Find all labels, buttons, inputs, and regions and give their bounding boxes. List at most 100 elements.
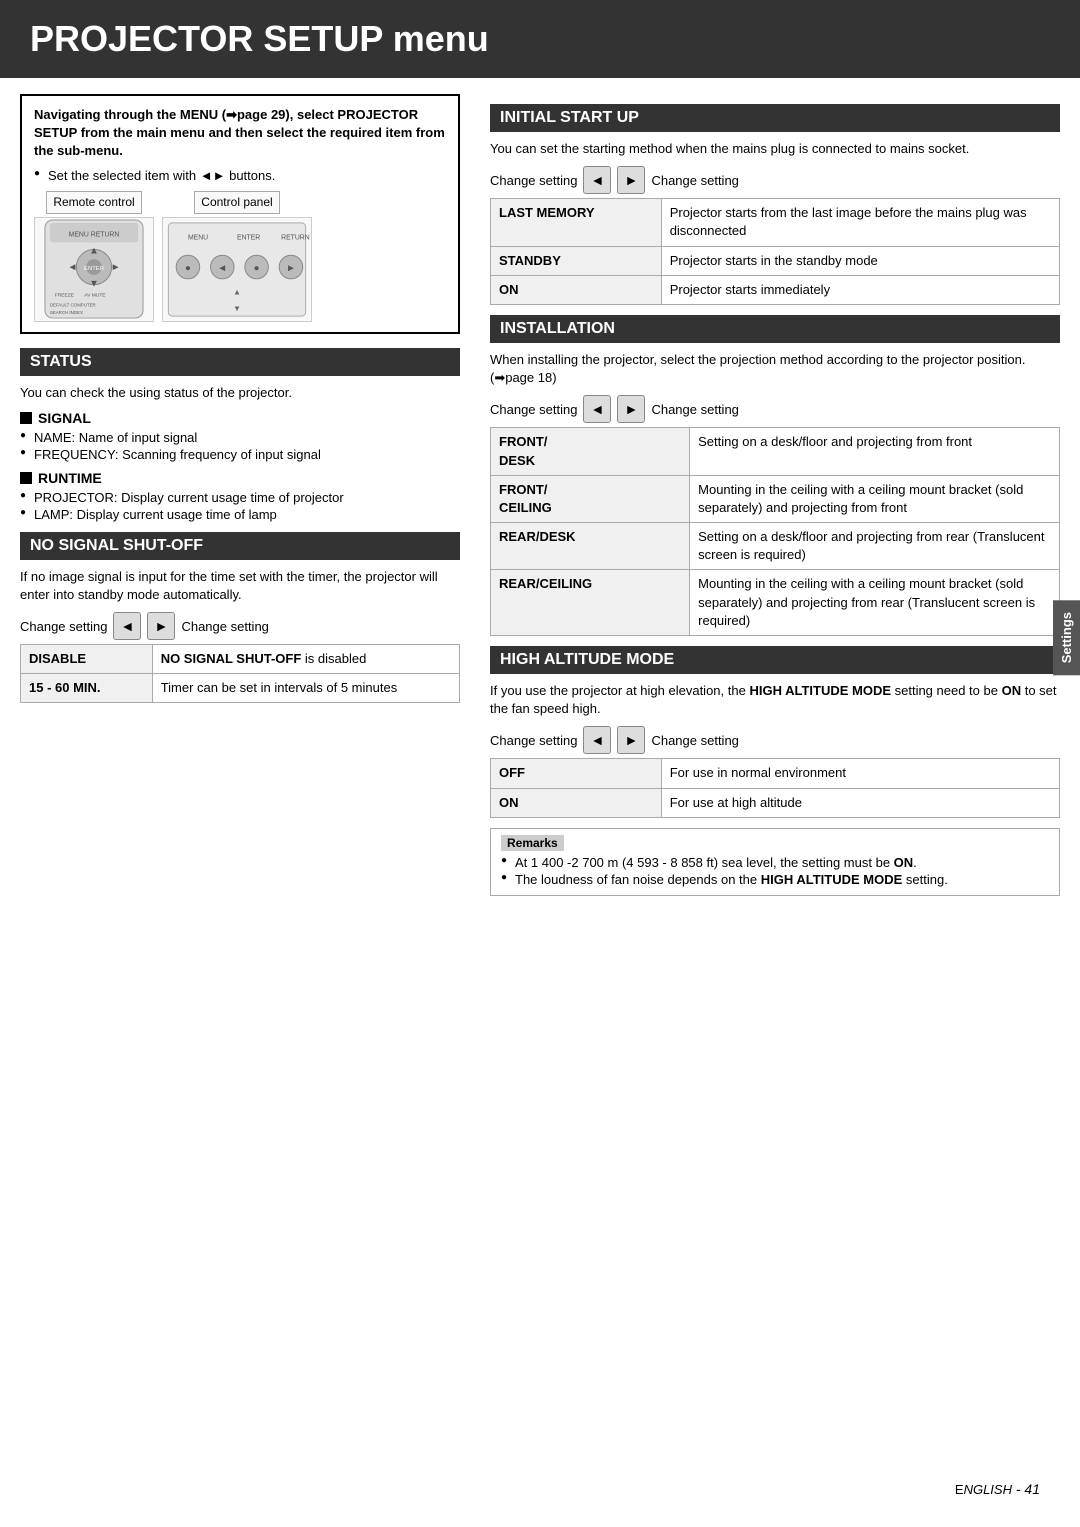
svg-text:►: ► xyxy=(286,263,296,274)
table-row: ON For use at high altitude xyxy=(491,788,1060,817)
status-text: You can check the using status of the pr… xyxy=(20,384,460,402)
settings-tab: Settings xyxy=(1053,600,1080,675)
no-signal-change-left-label: Change setting xyxy=(20,619,107,634)
arrow-right-altitude-icon[interactable]: ► xyxy=(617,726,645,754)
svg-text:ENTER: ENTER xyxy=(237,234,260,241)
signal-list: NAME: Name of input signal FREQUENCY: Sc… xyxy=(20,430,460,462)
signal-header: SIGNAL xyxy=(20,410,460,426)
page-footer: ENGLISH - 41 xyxy=(915,1471,1080,1507)
installation-text: When installing the projector, select th… xyxy=(490,351,1060,387)
front-ceiling-key: FRONT/CEILING xyxy=(491,475,690,522)
on-altitude-key: ON xyxy=(491,788,662,817)
remark-2: The loudness of fan noise depends on the… xyxy=(501,872,1049,887)
no-signal-key-1: DISABLE xyxy=(21,645,153,674)
on-key: ON xyxy=(491,275,662,304)
initial-change-left-label: Change setting xyxy=(490,173,577,188)
table-row: DISABLE NO SIGNAL SHUT-OFF is disabled xyxy=(21,645,460,674)
arrow-left-altitude-icon[interactable]: ◄ xyxy=(583,726,611,754)
page-title: PROJECTOR SETUP menu xyxy=(0,0,1080,78)
installation-change-setting-row: Change setting ◄ ► Change setting xyxy=(490,395,1060,423)
table-row: 15 - 60 MIN. Timer can be set in interva… xyxy=(21,674,460,703)
remarks-box: Remarks At 1 400 -2 700 m (4 593 - 8 858… xyxy=(490,828,1060,896)
intro-text: Navigating through the MENU (➡page 29), … xyxy=(34,106,446,161)
runtime-icon xyxy=(20,472,32,484)
no-signal-key-2: 15 - 60 MIN. xyxy=(21,674,153,703)
high-altitude-change-right-label: Change setting xyxy=(651,733,738,748)
high-altitude-header: HIGH ALTITUDE MODE xyxy=(490,646,1060,674)
installation-change-left-label: Change setting xyxy=(490,402,577,417)
svg-text:◄: ◄ xyxy=(217,263,227,274)
remarks-header: Remarks xyxy=(501,835,564,851)
initial-change-setting-row: Change setting ◄ ► Change setting xyxy=(490,166,1060,194)
svg-text:●: ● xyxy=(185,263,191,274)
runtime-bullet-2: LAMP: Display current usage time of lamp xyxy=(20,507,460,522)
remote-label: Remote control xyxy=(46,191,141,214)
table-row: REAR/CEILING Mounting in the ceiling wit… xyxy=(491,570,1060,636)
initial-startup-header: INITIAL START UP xyxy=(490,104,1060,132)
remark-1: At 1 400 -2 700 m (4 593 - 8 858 ft) sea… xyxy=(501,855,1049,870)
table-row: STANDBY Projector starts in the standby … xyxy=(491,246,1060,275)
svg-text:●: ● xyxy=(254,263,260,274)
svg-text:▼: ▼ xyxy=(233,304,241,313)
runtime-bullet-1: PROJECTOR: Display current usage time of… xyxy=(20,490,460,505)
intro-box: Navigating through the MENU (➡page 29), … xyxy=(20,94,460,334)
svg-text:▼: ▼ xyxy=(89,278,99,289)
front-ceiling-val: Mounting in the ceiling with a ceiling m… xyxy=(690,475,1060,522)
front-desk-val: Setting on a desk/floor and projecting f… xyxy=(690,428,1060,475)
no-signal-val-1: NO SIGNAL SHUT-OFF is disabled xyxy=(152,645,459,674)
last-memory-key: LAST MEMORY xyxy=(491,199,662,246)
svg-text:▲: ▲ xyxy=(233,287,241,296)
remote-diagrams: Remote control MENU RETURN ENTER ◄ ► ▲ ▼ xyxy=(34,191,446,322)
signal-icon xyxy=(20,412,32,424)
rear-desk-key: REAR/DESK xyxy=(491,523,690,570)
svg-text:RETURN: RETURN xyxy=(281,234,310,241)
initial-startup-table: LAST MEMORY Projector starts from the la… xyxy=(490,198,1060,305)
off-key: OFF xyxy=(491,759,662,788)
runtime-list: PROJECTOR: Display current usage time of… xyxy=(20,490,460,522)
svg-text:►: ► xyxy=(111,262,121,273)
high-altitude-change-setting-row: Change setting ◄ ► Change setting xyxy=(490,726,1060,754)
installation-header: INSTALLATION xyxy=(490,315,1060,343)
rear-ceiling-val: Mounting in the ceiling with a ceiling m… xyxy=(690,570,1060,636)
svg-text:MENU RETURN: MENU RETURN xyxy=(69,231,120,238)
front-desk-key: FRONT/DESK xyxy=(491,428,690,475)
no-signal-change-right-label: Change setting xyxy=(181,619,268,634)
svg-text:AV MUTE: AV MUTE xyxy=(84,292,106,298)
off-val: For use in normal environment xyxy=(661,759,1059,788)
on-val: Projector starts immediately xyxy=(661,275,1059,304)
intro-bullet: Set the selected item with ◄► buttons. xyxy=(34,167,446,185)
installation-table: FRONT/DESK Setting on a desk/floor and p… xyxy=(490,427,1060,636)
status-header: STATUS xyxy=(20,348,460,376)
no-signal-change-setting-row: Change setting ◄ ► Change setting xyxy=(20,612,460,640)
signal-bullet-1: NAME: Name of input signal xyxy=(20,430,460,445)
arrow-left-initial-icon[interactable]: ◄ xyxy=(583,166,611,194)
remote-control-diagram: Remote control MENU RETURN ENTER ◄ ► ▲ ▼ xyxy=(34,191,154,322)
table-row: ON Projector starts immediately xyxy=(491,275,1060,304)
rear-ceiling-key: REAR/CEILING xyxy=(491,570,690,636)
no-signal-header: NO SIGNAL SHUT-OFF xyxy=(20,532,460,560)
remarks-list: At 1 400 -2 700 m (4 593 - 8 858 ft) sea… xyxy=(501,855,1049,887)
arrow-right-initial-icon[interactable]: ► xyxy=(617,166,645,194)
control-panel-diagram: Control panel MENU ENTER RETURN ● ◄ xyxy=(162,191,312,322)
table-row: FRONT/DESK Setting on a desk/floor and p… xyxy=(491,428,1060,475)
arrow-right-installation-icon[interactable]: ► xyxy=(617,395,645,423)
no-signal-table: DISABLE NO SIGNAL SHUT-OFF is disabled 1… xyxy=(20,644,460,703)
svg-text:MENU: MENU xyxy=(188,234,208,241)
arrow-left-icon[interactable]: ◄ xyxy=(113,612,141,640)
arrow-left-installation-icon[interactable]: ◄ xyxy=(583,395,611,423)
high-altitude-change-left-label: Change setting xyxy=(490,733,577,748)
table-row: LAST MEMORY Projector starts from the la… xyxy=(491,199,1060,246)
no-signal-val-2: Timer can be set in intervals of 5 minut… xyxy=(152,674,459,703)
high-altitude-text: If you use the projector at high elevati… xyxy=(490,682,1060,718)
on-altitude-val: For use at high altitude xyxy=(661,788,1059,817)
installation-change-right-label: Change setting xyxy=(651,402,738,417)
svg-text:SEARCH INDEX: SEARCH INDEX xyxy=(50,310,83,315)
table-row: FRONT/CEILING Mounting in the ceiling wi… xyxy=(491,475,1060,522)
runtime-header: RUNTIME xyxy=(20,470,460,486)
rear-desk-val: Setting on a desk/floor and projecting f… xyxy=(690,523,1060,570)
svg-text:FREEZE: FREEZE xyxy=(55,292,75,298)
svg-text:ENTER: ENTER xyxy=(84,266,104,272)
arrow-right-icon[interactable]: ► xyxy=(147,612,175,640)
table-row: REAR/DESK Setting on a desk/floor and pr… xyxy=(491,523,1060,570)
panel-label: Control panel xyxy=(194,191,279,214)
